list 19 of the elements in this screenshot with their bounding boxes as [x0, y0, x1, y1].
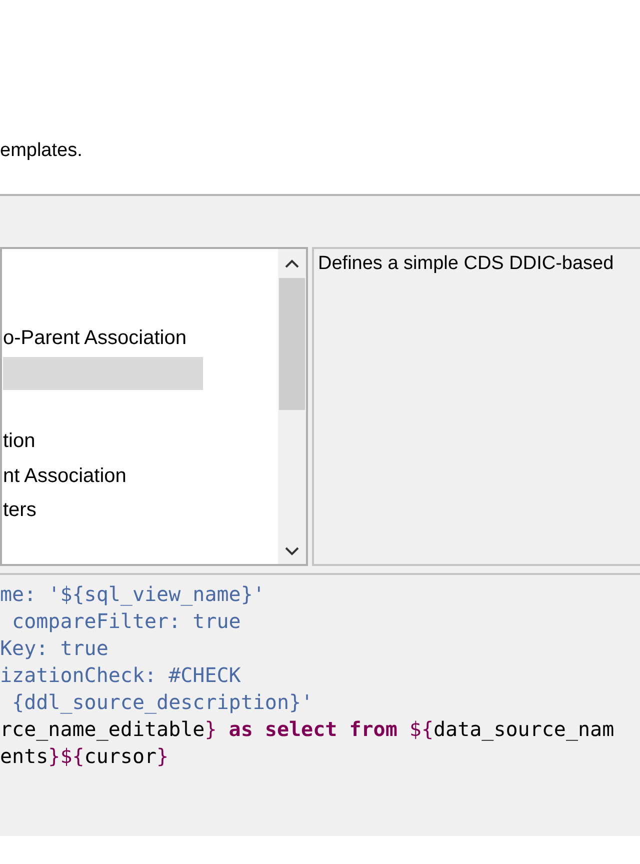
- scroll-up-icon[interactable]: [285, 259, 299, 268]
- code-line: ents}${cursor}: [0, 743, 170, 770]
- list-item[interactable]: o-Parent Association: [3, 326, 186, 350]
- template-list[interactable]: o-Parent Association tion nt Association ters: [0, 247, 308, 566]
- code-line: Key: true: [0, 635, 110, 662]
- selected-list-item[interactable]: [3, 356, 203, 390]
- template-description: Defines a simple CDS DDIC-based: [318, 253, 614, 274]
- list-item[interactable]: ters: [3, 499, 36, 522]
- code-line: compareFilter: true: [11, 608, 242, 635]
- code-line: rce_name_editable} as select from ${data_source_nam: [0, 716, 616, 743]
- code-line: izationCheck: #CHECK: [0, 662, 242, 689]
- code-line: me: '${sql_view_name}': [0, 581, 266, 608]
- list-item[interactable]: tion: [3, 430, 36, 454]
- code-line: {ddl_source_description}': [11, 689, 314, 716]
- scrollbar[interactable]: [278, 249, 306, 564]
- scrollbar-thumb[interactable]: [279, 278, 305, 410]
- dialog-message: emplates.: [0, 140, 82, 162]
- scroll-down-icon[interactable]: [285, 547, 299, 556]
- list-item[interactable]: nt Association: [3, 464, 126, 488]
